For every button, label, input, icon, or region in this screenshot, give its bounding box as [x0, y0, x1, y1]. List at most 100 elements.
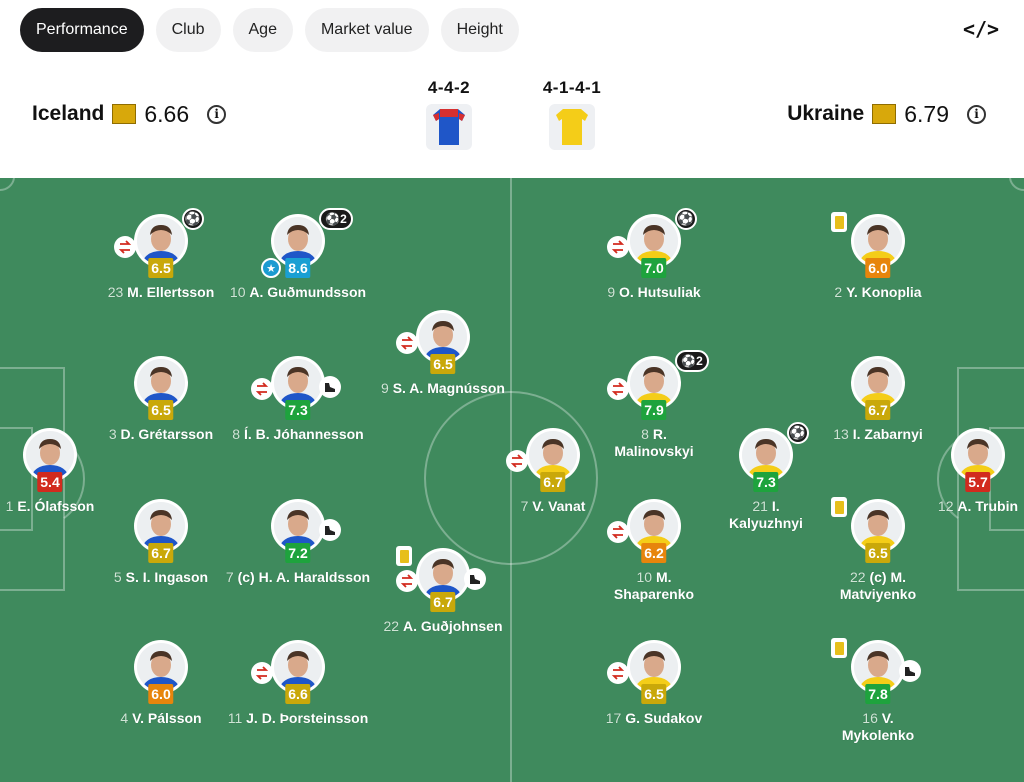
player-number: 5 — [113, 569, 126, 585]
player-avatar: 6.0 — [134, 640, 188, 704]
tab-market-value[interactable]: Market value — [304, 8, 429, 52]
embed-code-icon[interactable]: </> — [963, 14, 999, 44]
player-avatar: 7.9 ⚽2 — [607, 350, 709, 420]
player-avatar: 6.7 — [851, 356, 905, 420]
player-home[interactable]: 8.6 ⚽2 ★ 10 A. Guðmundsson — [203, 208, 393, 301]
player-away[interactable]: 7.0 ⚽ 9 O. Hutsuliak — [559, 208, 749, 301]
goal-icon: ⚽2 — [675, 350, 709, 372]
player-rating-badge: 7.0 — [641, 258, 667, 278]
player-avatar: 7.3 ⚽ — [739, 422, 809, 492]
home-rating-icon — [112, 104, 137, 124]
player-avatar: 7.3 — [251, 356, 341, 420]
away-info-icon[interactable]: i — [967, 104, 986, 124]
player-home[interactable]: 6.7 22 A. Guðjohnsen — [348, 546, 538, 635]
away-formation: 4-1-4-1 — [537, 78, 607, 150]
player-rating-badge: 7.3 — [285, 400, 311, 420]
substitution-icon — [396, 332, 418, 354]
substitution-icon — [251, 378, 273, 400]
player-home[interactable]: 7.3 8 Í. B. Jóhannesson — [203, 356, 393, 443]
tab-age[interactable]: Age — [232, 8, 293, 52]
away-formation-label: 4-1-4-1 — [542, 78, 602, 97]
player-number: 22 — [383, 618, 403, 634]
player-name: 16 V. Mykolenko — [828, 710, 928, 744]
player-name-text: S. A. Magnússon — [392, 380, 505, 396]
player-home[interactable]: 6.6 11 J. D. Þorsteinsson — [203, 640, 393, 727]
player-rating-badge: 7.9 — [641, 400, 667, 420]
man-of-the-match-star-icon: ★ — [261, 258, 281, 278]
home-info-icon[interactable]: i — [207, 104, 227, 124]
player-rating-badge: 6.7 — [865, 400, 891, 420]
player-name: 2 Y. Konoplia — [783, 284, 973, 301]
player-number: 16 — [862, 710, 882, 726]
substitution-icon — [251, 662, 273, 684]
player-rating-badge: 6.7 — [540, 472, 566, 492]
substitution-icon — [396, 570, 418, 592]
player-number: 7 — [225, 569, 238, 585]
player-name-text: M. Ellertsson — [127, 284, 215, 300]
player-away[interactable]: 7.8 16 V. Mykolenko — [783, 638, 973, 744]
player-rating-badge: 6.2 — [641, 543, 667, 563]
player-avatar: 6.7 — [134, 499, 188, 563]
player-rating-badge: 6.5 — [148, 400, 174, 420]
player-number: 11 — [227, 710, 247, 726]
player-away[interactable]: 6.5 22 (c) M. Matviyenko — [783, 497, 973, 603]
tab-performance[interactable]: Performance — [20, 8, 144, 52]
goal-icon: ⚽ — [675, 208, 697, 230]
player-avatar: 6.2 — [607, 499, 681, 563]
substitution-icon — [607, 521, 629, 543]
player-avatar: 6.6 — [251, 640, 325, 704]
player-number: 17 — [605, 710, 626, 726]
player-rating-badge: 6.5 — [148, 258, 174, 278]
player-away[interactable]: 6.5 17 G. Sudakov — [559, 640, 749, 727]
assist-boot-icon — [899, 660, 921, 682]
substitution-icon — [607, 662, 629, 684]
assist-boot-icon — [464, 568, 486, 590]
player-name: 10 A. Guðmundsson — [203, 284, 393, 301]
player-number: 23 — [107, 284, 128, 300]
goal-icon: ⚽2 — [319, 208, 353, 230]
player-avatar: 6.5 — [607, 640, 681, 704]
player-away[interactable]: 6.0 2 Y. Konoplia — [783, 212, 973, 301]
assist-boot-icon — [319, 376, 341, 398]
player-away[interactable]: 6.2 10 M. Shaparenko — [559, 499, 749, 603]
tab-club[interactable]: Club — [155, 8, 221, 52]
home-team-name: Iceland — [32, 102, 105, 125]
player-number: 10 — [636, 569, 656, 585]
player-name-text: J. D. Þorsteinsson — [246, 710, 369, 726]
away-team-rating: 6.79 — [904, 100, 949, 127]
player-rating-badge: 7.2 — [285, 543, 311, 563]
player-name: 10 M. Shaparenko — [604, 569, 704, 603]
away-team-name: Ukraine — [787, 102, 865, 125]
player-name-text: O. Hutsuliak — [619, 284, 701, 300]
goal-icon: ⚽ — [787, 422, 809, 444]
away-rating-icon — [872, 104, 897, 124]
player-rating-badge: 6.5 — [641, 684, 667, 704]
player-number: 22 — [849, 569, 870, 585]
player-avatar: 5.7 — [951, 428, 1005, 492]
substitution-icon — [114, 236, 136, 258]
player-name-text: Y. Konoplia — [846, 284, 922, 300]
home-formation: 4-4-2 — [414, 78, 484, 150]
player-name: 9 O. Hutsuliak — [559, 284, 749, 301]
player-number: 1 — [5, 498, 18, 514]
player-avatar: 8.6 ⚽2 ★ — [261, 208, 353, 278]
player-rating-badge: 6.7 — [430, 592, 456, 612]
yellow-card-icon — [831, 212, 847, 232]
player-rating-badge: 6.5 — [865, 543, 891, 563]
player-name-text: V. Pálsson — [132, 710, 202, 726]
player-name: 22 (c) M. Matviyenko — [828, 569, 928, 603]
player-rating-badge: 6.0 — [865, 258, 891, 278]
player-name-text: G. Sudakov — [625, 710, 703, 726]
player-number: 4 — [120, 710, 133, 726]
home-team-rating: 6.66 — [144, 100, 190, 127]
tab-height[interactable]: Height — [440, 8, 519, 52]
substitution-icon — [506, 450, 528, 472]
home-team-header: Iceland 6.66 i — [32, 96, 227, 132]
player-avatar: 6.0 — [831, 212, 905, 278]
player-name-text: A. Guðmundsson — [249, 284, 367, 300]
player-name: 22 A. Guðjohnsen — [348, 618, 538, 635]
player-rating-badge: 6.7 — [148, 543, 174, 563]
player-number: 9 — [607, 284, 619, 300]
player-rating-badge: 6.5 — [430, 354, 456, 374]
pitch: 6.5 ⚽ 23 M. Ellertsson 8.6 ⚽2 ★ 10 A. Guðmunds… — [0, 178, 1024, 782]
